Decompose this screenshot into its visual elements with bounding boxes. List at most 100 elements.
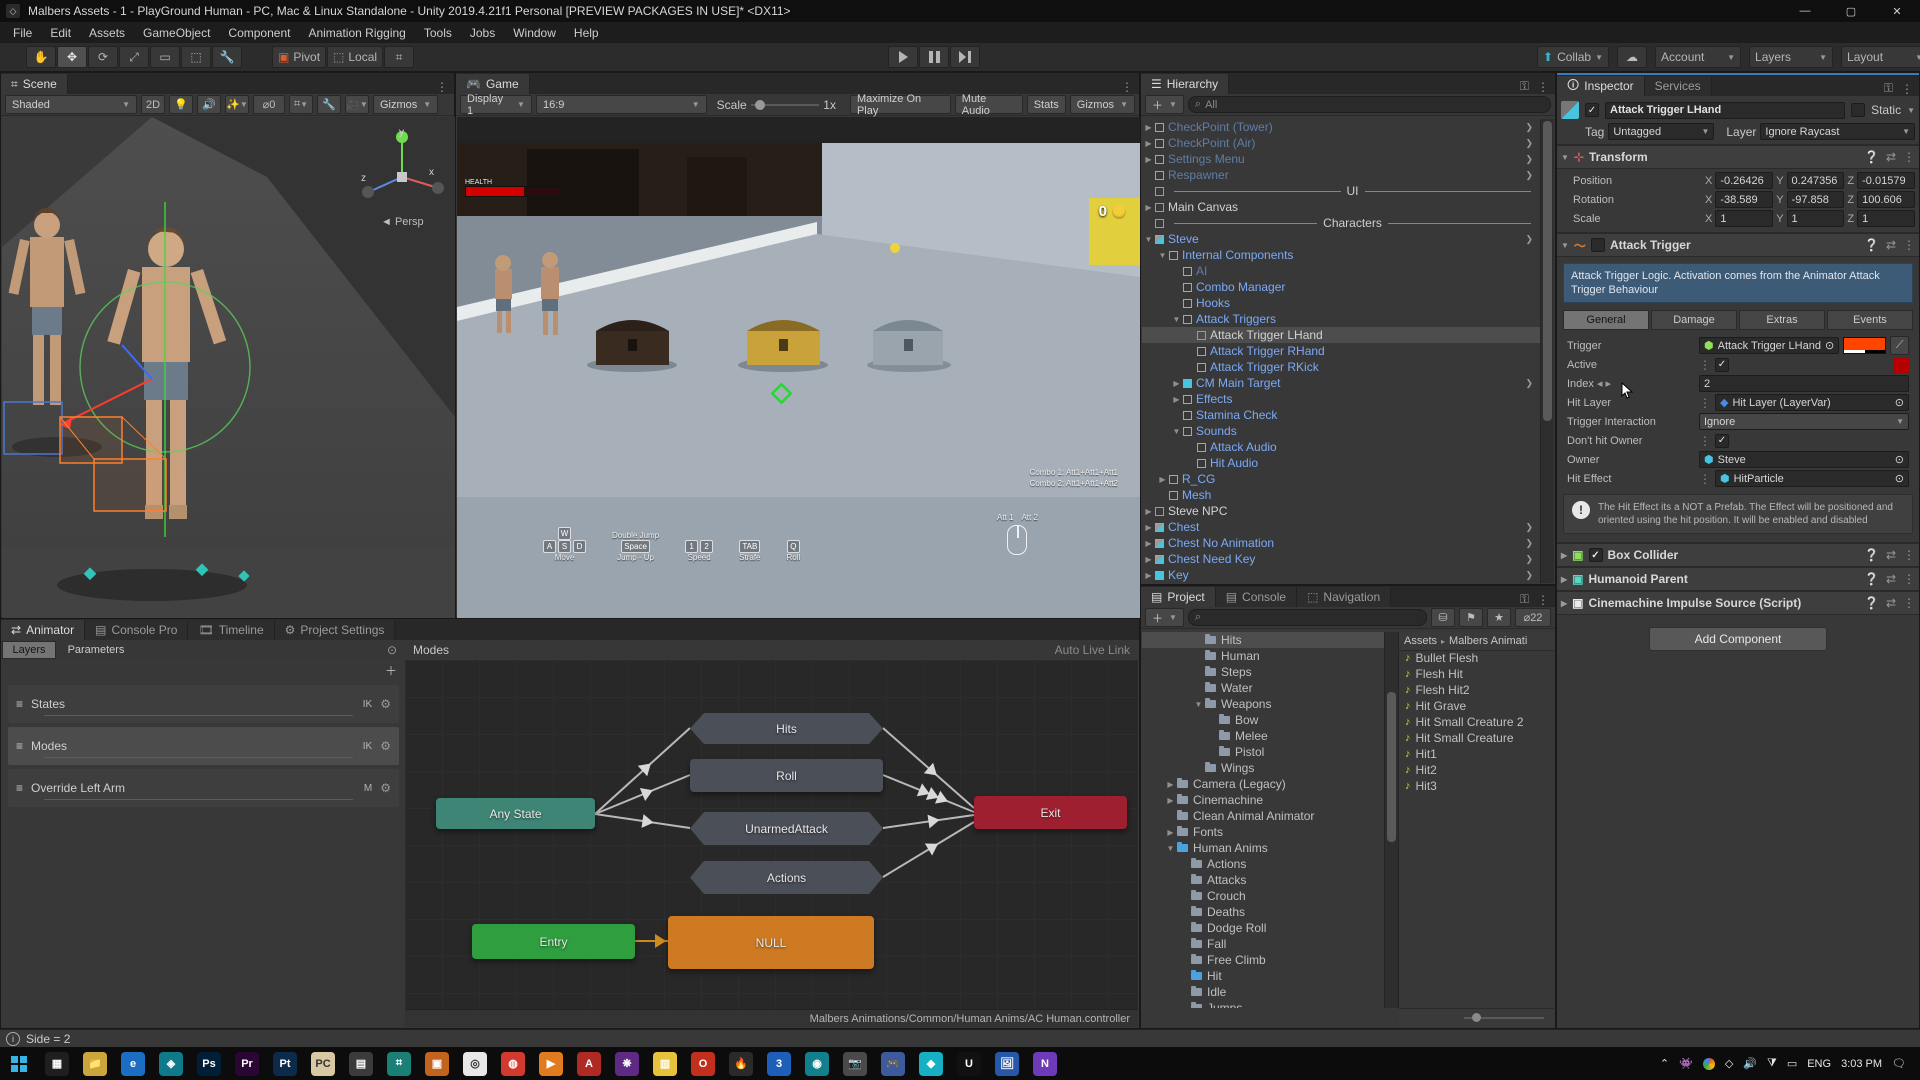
add-layer-button[interactable]: ＋ bbox=[385, 662, 397, 679]
hierarchy-row[interactable]: AI bbox=[1142, 263, 1541, 279]
active-checkbox[interactable]: ✓ bbox=[1715, 358, 1729, 372]
taskbar-app-15[interactable]: ❋ bbox=[615, 1052, 639, 1076]
project-folder-row[interactable]: ▶Camera (Legacy) bbox=[1142, 776, 1398, 792]
hierarchy-row[interactable]: ▼Steve❯ bbox=[1142, 231, 1541, 247]
trigger-color-swatch[interactable] bbox=[1843, 337, 1886, 354]
taskbar-app-14[interactable]: A bbox=[577, 1052, 601, 1076]
project-file-row[interactable]: ♪Hit Grave bbox=[1399, 698, 1554, 714]
tab-navigation[interactable]: ⬚Navigation bbox=[1297, 587, 1391, 607]
expand-arrow-icon[interactable]: ▶ bbox=[1142, 123, 1155, 132]
hierarchy-row[interactable]: Combo Manager bbox=[1142, 279, 1541, 295]
taskbar-app-25[interactable]: 🖼 bbox=[995, 1052, 1019, 1076]
layer-settings-gear-icon[interactable]: ⚙ bbox=[380, 739, 391, 753]
project-folder-row[interactable]: ▼Weapons bbox=[1142, 696, 1398, 712]
expand-arrow-icon[interactable]: ▼ bbox=[1192, 700, 1205, 709]
expand-arrow-icon[interactable]: ▶ bbox=[1170, 395, 1183, 404]
presets-icon[interactable]: ⇄ bbox=[1886, 150, 1896, 164]
parameters-tab[interactable]: Parameters bbox=[56, 642, 136, 658]
expand-arrow-icon[interactable]: ▶ bbox=[1142, 507, 1155, 516]
project-file-row[interactable]: ♪Bullet Flesh bbox=[1399, 650, 1554, 666]
tool-button-5[interactable]: ⬚ bbox=[181, 46, 211, 68]
menu-gameobject[interactable]: GameObject bbox=[134, 24, 219, 42]
layout-dropdown[interactable]: Layout▼ bbox=[1841, 46, 1920, 68]
attack-trigger-tab-general[interactable]: General bbox=[1563, 310, 1649, 330]
hierarchy-row[interactable]: ▶R_CG bbox=[1142, 471, 1541, 487]
animator-layer-override-left-arm[interactable]: ≡Override Left ArmM⚙ bbox=[8, 769, 399, 807]
hierarchy-row[interactable]: ▶Chest❯ bbox=[1142, 519, 1541, 535]
hidden-objects-icon[interactable]: ⌀0 bbox=[253, 95, 285, 114]
animator-layer-states[interactable]: ≡StatesIK⚙ bbox=[8, 685, 399, 723]
state-node-hits[interactable]: Hits bbox=[690, 713, 883, 744]
account-dropdown[interactable]: Account▼ bbox=[1655, 46, 1741, 68]
taskbar-app-12[interactable]: ◍ bbox=[501, 1052, 525, 1076]
transform-position-z-field[interactable]: -0.01579 bbox=[1857, 172, 1915, 189]
transform-component-header[interactable]: ▼ ⊹ Transform ❔⇄⋮ bbox=[1557, 145, 1919, 169]
expand-arrow-icon[interactable]: ▶ bbox=[1142, 139, 1155, 148]
prefab-chevron-icon[interactable]: ❯ bbox=[1525, 538, 1537, 549]
layer-settings-gear-icon[interactable]: ⚙ bbox=[380, 697, 391, 711]
project-create-button[interactable]: ＋▼ bbox=[1145, 608, 1184, 627]
expand-arrow-icon[interactable]: ▶ bbox=[1170, 379, 1183, 388]
hit-layer-object-field[interactable]: ◆Hit Layer (LayerVar)⊙ bbox=[1715, 394, 1909, 411]
transform-position-y-field[interactable]: 0.247356 bbox=[1787, 172, 1845, 189]
shading-dropdown[interactable]: Shaded▼ bbox=[5, 95, 137, 114]
hierarchy-row[interactable]: Mesh bbox=[1142, 487, 1541, 503]
menu-file[interactable]: File bbox=[4, 24, 41, 42]
project-folder-row[interactable]: Crouch bbox=[1142, 888, 1398, 904]
taskbar-app-9[interactable]: ⌗ bbox=[387, 1052, 411, 1076]
component-header-cinemachine-impulse-source-script-[interactable]: ▶▣Cinemachine Impulse Source (Script)❔⇄⋮ bbox=[1557, 591, 1919, 615]
project-folder-row[interactable]: Human bbox=[1142, 648, 1398, 664]
auto-live-link-button[interactable]: Auto Live Link bbox=[1055, 643, 1130, 657]
project-folder-row[interactable]: Actions bbox=[1142, 856, 1398, 872]
animator-graph[interactable]: Malbers Animations/Common/Human Anims/AC… bbox=[405, 660, 1138, 1027]
taskbar-app-0[interactable]: ▦ bbox=[45, 1052, 69, 1076]
expand-arrow-icon[interactable]: ▶ bbox=[1164, 796, 1177, 805]
prefab-chevron-icon[interactable]: ❯ bbox=[1525, 522, 1537, 533]
hierarchy-scrollbar[interactable] bbox=[1540, 119, 1554, 583]
hierarchy-search-input[interactable]: ⌕All bbox=[1188, 96, 1551, 113]
taskbar-app-11[interactable]: ◎ bbox=[463, 1052, 487, 1076]
project-file-row[interactable]: ♪Hit Small Creature 2 bbox=[1399, 714, 1554, 730]
taskbar-app-22[interactable]: 🎮 bbox=[881, 1052, 905, 1076]
hierarchy-row[interactable]: ▼Attack Triggers bbox=[1142, 311, 1541, 327]
expand-arrow-icon[interactable]: ▶ bbox=[1142, 539, 1155, 548]
taskbar-app-20[interactable]: ◉ bbox=[805, 1052, 829, 1076]
expand-arrow-icon[interactable]: ▶ bbox=[1142, 155, 1155, 164]
clock[interactable]: 3:03 PM bbox=[1841, 1058, 1882, 1070]
project-folder-row[interactable]: Hit bbox=[1142, 968, 1398, 984]
hierarchy-row[interactable]: Stamina Check bbox=[1142, 407, 1541, 423]
component-menu-icon[interactable]: ⋮ bbox=[1903, 572, 1915, 586]
project-folder-row[interactable]: Idle bbox=[1142, 984, 1398, 1000]
hierarchy-row[interactable]: ▶CM Main Target❯ bbox=[1142, 375, 1541, 391]
add-component-button[interactable]: Add Component bbox=[1649, 627, 1827, 651]
project-file-row[interactable]: ♪Flesh Hit bbox=[1399, 666, 1554, 682]
help-icon[interactable]: ❔ bbox=[1864, 238, 1879, 252]
state-node-unarmed[interactable]: UnarmedAttack bbox=[690, 812, 883, 845]
menu-help[interactable]: Help bbox=[565, 24, 608, 42]
project-search-input[interactable]: ⌕ bbox=[1188, 609, 1427, 626]
grid-snap-icon[interactable]: ⌗ bbox=[384, 46, 414, 68]
tool-button-4[interactable]: ▭ bbox=[150, 46, 180, 68]
help-icon[interactable]: ❔ bbox=[1864, 548, 1879, 562]
scene-viewport[interactable]: y x z ◄ Persp bbox=[2, 117, 455, 618]
project-folder-row[interactable]: Deaths bbox=[1142, 904, 1398, 920]
lighting-toggle-icon[interactable]: 💡 bbox=[169, 95, 193, 114]
taskbar-app-21[interactable]: 📷 bbox=[843, 1052, 867, 1076]
prefab-chevron-icon[interactable]: ❯ bbox=[1525, 122, 1537, 133]
notifications-icon[interactable]: 🗨 bbox=[1892, 1057, 1906, 1070]
label-filter-icon[interactable]: ⚑ bbox=[1459, 608, 1483, 627]
project-folder-row[interactable]: ▶Fonts bbox=[1142, 824, 1398, 840]
hierarchy-row[interactable]: Characters bbox=[1142, 215, 1541, 231]
tab-project-settings[interactable]: ⚙Project Settings bbox=[275, 620, 396, 640]
hierarchy-row[interactable]: ▶Main Canvas bbox=[1142, 199, 1541, 215]
local-toggle[interactable]: ⬚Local bbox=[327, 46, 383, 68]
favorites-icon[interactable]: ★ bbox=[1487, 608, 1511, 627]
project-file-row[interactable]: ♪Hit3 bbox=[1399, 778, 1554, 794]
component-enabled-checkbox[interactable]: ✓ bbox=[1589, 548, 1603, 562]
presets-icon[interactable]: ⇄ bbox=[1886, 548, 1896, 562]
project-folder-row[interactable]: Jumps bbox=[1142, 1000, 1398, 1008]
tab-services[interactable]: Services bbox=[1645, 76, 1712, 96]
component-menu-icon[interactable]: ⋮ bbox=[1903, 548, 1915, 562]
presets-icon[interactable]: ⇄ bbox=[1886, 596, 1896, 610]
tab-project[interactable]: ▤Project bbox=[1141, 587, 1216, 607]
